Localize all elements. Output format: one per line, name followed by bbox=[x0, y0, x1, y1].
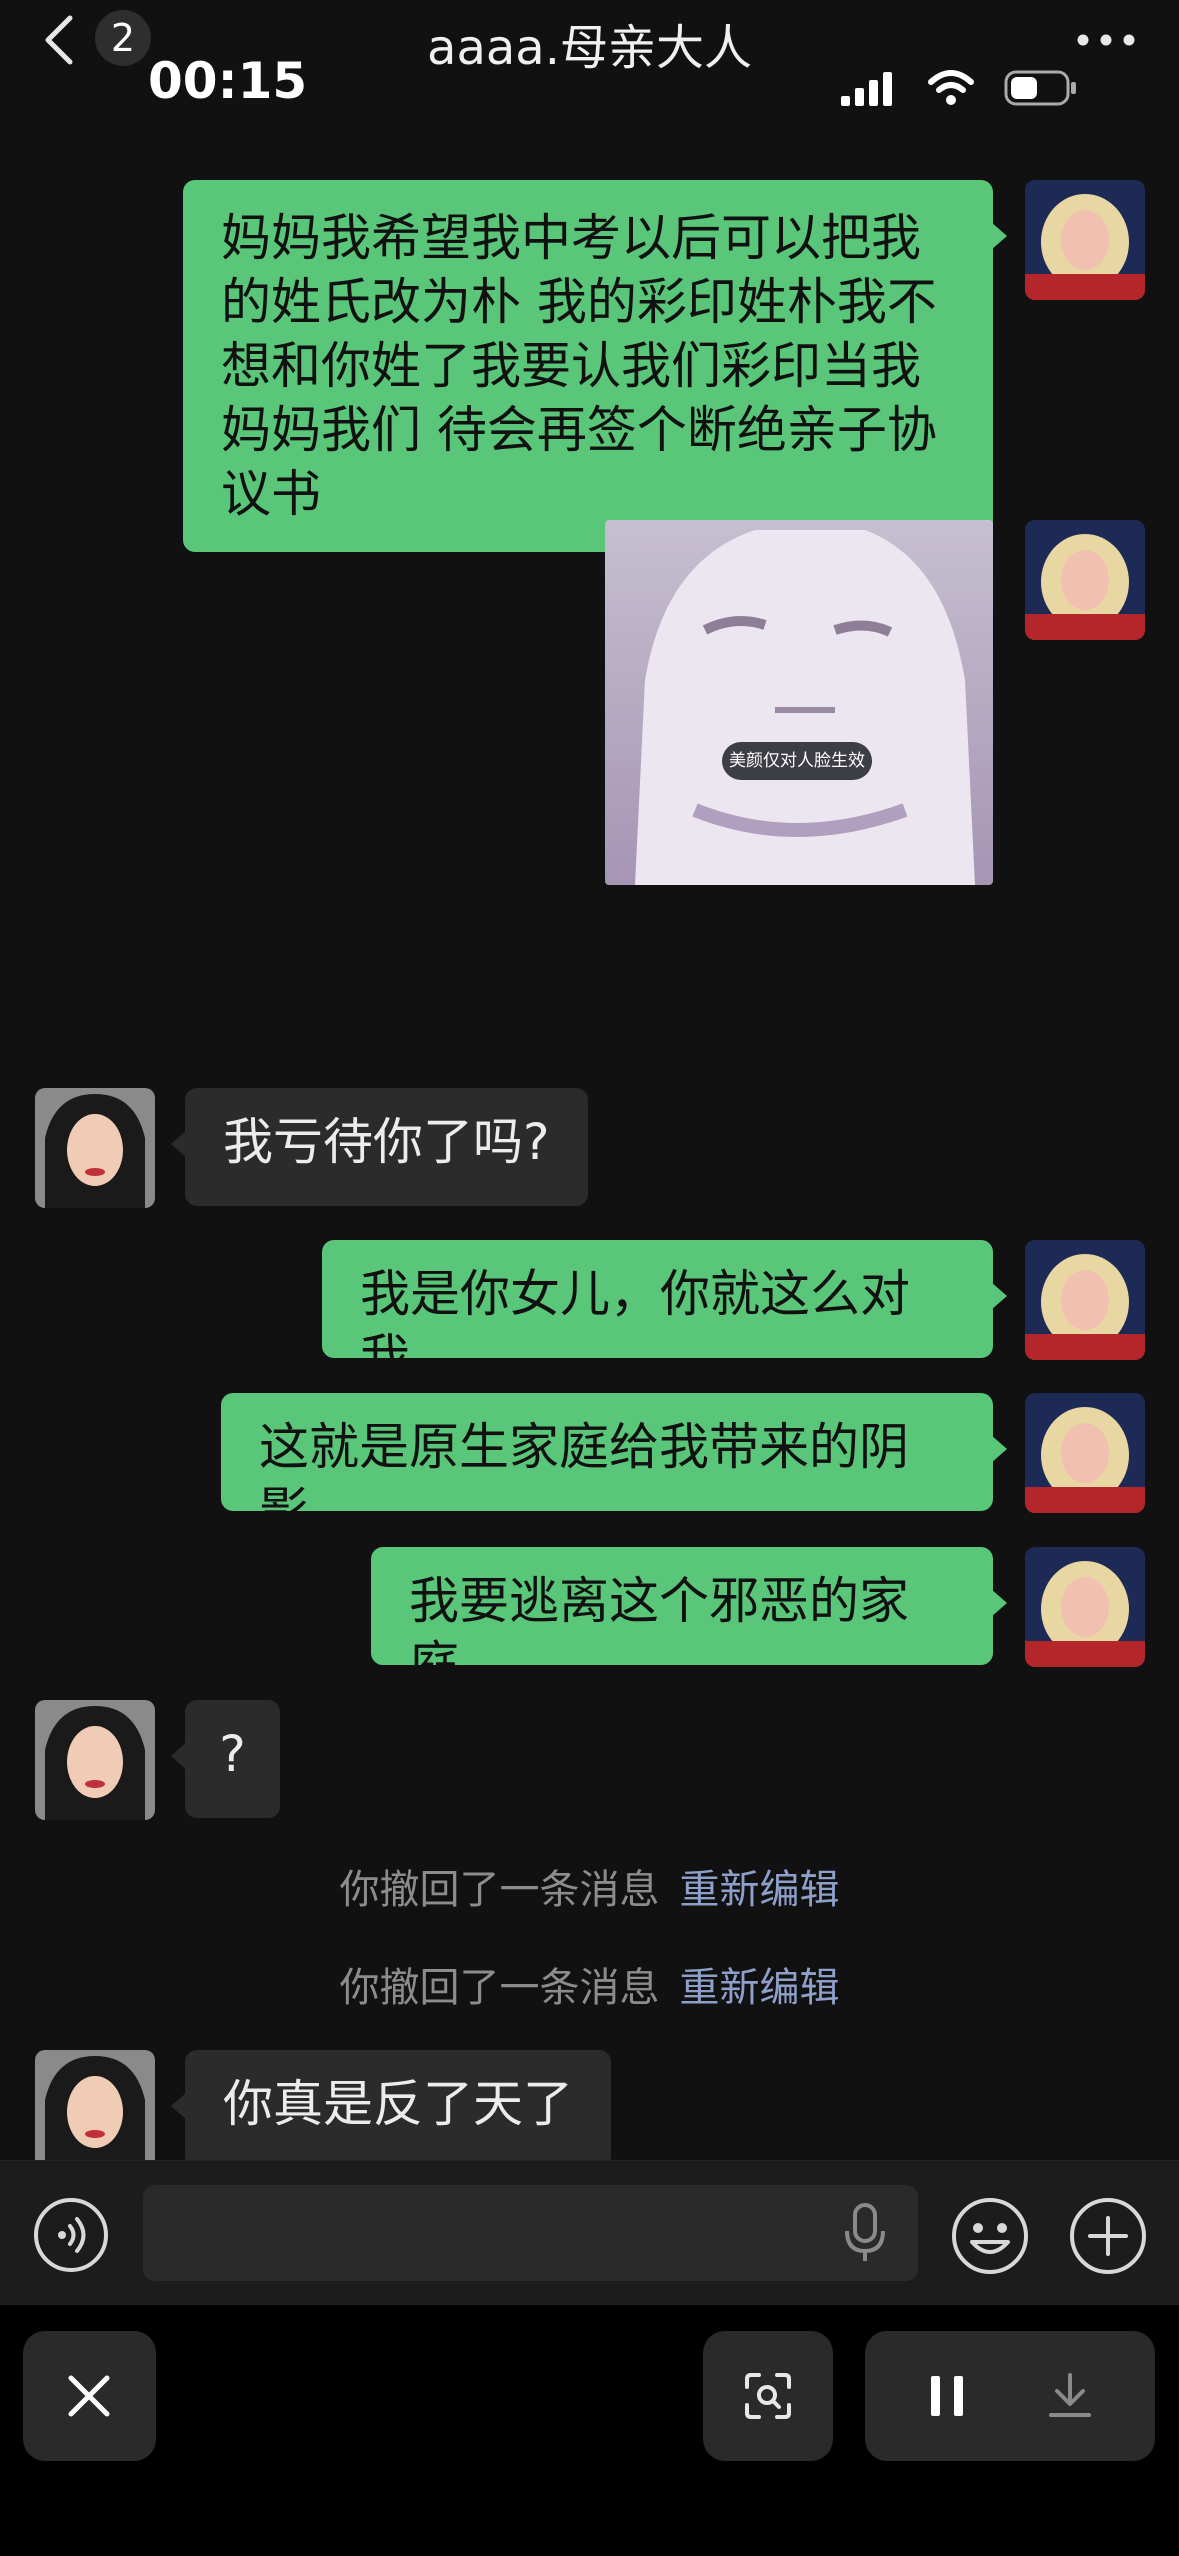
contact-message-bubble[interactable]: 我亏待你了吗? bbox=[171, 1088, 588, 1206]
contact-avatar[interactable] bbox=[35, 1088, 155, 1208]
my-message-bubble[interactable]: 妈妈我希望我中考以后可以把我的姓氏改为朴 我的彩印姓朴我不想和你姓了我要认我们彩… bbox=[183, 180, 1007, 552]
contact-avatar[interactable] bbox=[35, 1700, 155, 1820]
my-avatar[interactable] bbox=[1025, 1240, 1145, 1360]
voice-input-button[interactable] bbox=[32, 2196, 110, 2274]
emoji-icon bbox=[952, 2198, 1028, 2274]
my-avatar[interactable] bbox=[1025, 1393, 1145, 1513]
my-avatar[interactable] bbox=[1025, 520, 1145, 640]
my-message-bubble[interactable]: 我是你女儿，你就这么对我 bbox=[322, 1240, 1007, 1387]
my-avatar[interactable] bbox=[1025, 1547, 1145, 1667]
my-message-bubble[interactable]: 我要逃离这个邪恶的家庭 bbox=[371, 1547, 1007, 1694]
wifi-icon bbox=[928, 70, 974, 105]
message-input-field[interactable] bbox=[143, 2185, 918, 2281]
recall-notice: 你撤回了一条消息 重新编辑 bbox=[0, 1857, 1179, 1915]
recall-text: 你撤回了一条消息 bbox=[339, 1867, 660, 1913]
microphone-button[interactable] bbox=[840, 2201, 890, 2265]
battery-icon bbox=[1004, 70, 1076, 106]
status-bar-icons bbox=[839, 62, 1079, 112]
chat-area[interactable]: 妈妈我希望我中考以后可以把我的姓氏改为朴 我的彩印姓朴我不想和你姓了我要认我们彩… bbox=[0, 135, 1179, 2160]
close-button[interactable] bbox=[23, 2331, 156, 2461]
more-functions-button[interactable] bbox=[1068, 2196, 1148, 2276]
message-input-bar bbox=[0, 2160, 1179, 2305]
signal-icon bbox=[841, 72, 892, 106]
contact-avatar[interactable] bbox=[35, 2050, 155, 2160]
photo-caption: 美颜仅对人脸生效 bbox=[722, 742, 872, 780]
message-text: 我是你女儿，你就这么对我 bbox=[360, 1265, 910, 1387]
more-dots-icon bbox=[1077, 34, 1135, 46]
voice-icon bbox=[34, 2198, 108, 2272]
contact-message-bubble[interactable]: ? bbox=[171, 1700, 280, 1818]
scan-icon bbox=[745, 2373, 791, 2419]
emoji-button[interactable] bbox=[950, 2196, 1030, 2276]
microphone-icon bbox=[845, 2203, 885, 2261]
recall-notice: 你撤回了一条消息 重新编辑 bbox=[0, 1955, 1179, 2013]
download-icon[interactable] bbox=[1045, 2371, 1095, 2421]
message-text: 我亏待你了吗? bbox=[223, 1113, 550, 1171]
re-edit-link[interactable]: 重新编辑 bbox=[680, 1965, 840, 2011]
plus-icon bbox=[1070, 2198, 1146, 2274]
my-message-bubble[interactable]: 这就是原生家庭给我带来的阴影 bbox=[221, 1393, 1007, 1540]
my-avatar[interactable] bbox=[1025, 180, 1145, 300]
scan-button[interactable] bbox=[703, 2331, 833, 2461]
message-text: 这就是原生家庭给我带来的阴影 bbox=[259, 1418, 909, 1540]
message-text: 我要逃离这个邪恶的家庭 bbox=[409, 1572, 909, 1694]
playback-controls bbox=[865, 2331, 1155, 2461]
contact-message-bubble[interactable]: 你真是反了天了 bbox=[171, 2050, 611, 2160]
recall-text: 你撤回了一条消息 bbox=[339, 1965, 660, 2011]
pause-icon[interactable] bbox=[927, 2374, 967, 2418]
message-text: 你真是反了天了 bbox=[223, 2075, 573, 2133]
message-text: ? bbox=[219, 1725, 246, 1783]
photo-message[interactable]: 美颜仅对人脸生效 bbox=[605, 520, 993, 885]
more-options-button[interactable] bbox=[1071, 20, 1141, 60]
recording-controls bbox=[0, 2305, 1179, 2556]
close-icon bbox=[68, 2375, 110, 2417]
re-edit-link[interactable]: 重新编辑 bbox=[680, 1867, 840, 1913]
chat-header: 2 00:15 aaaa.母亲大人 bbox=[0, 0, 1179, 135]
message-text: 妈妈我希望我中考以后可以把我的姓氏改为朴 我的彩印姓朴我不想和你姓了我要认我们彩… bbox=[221, 209, 937, 523]
